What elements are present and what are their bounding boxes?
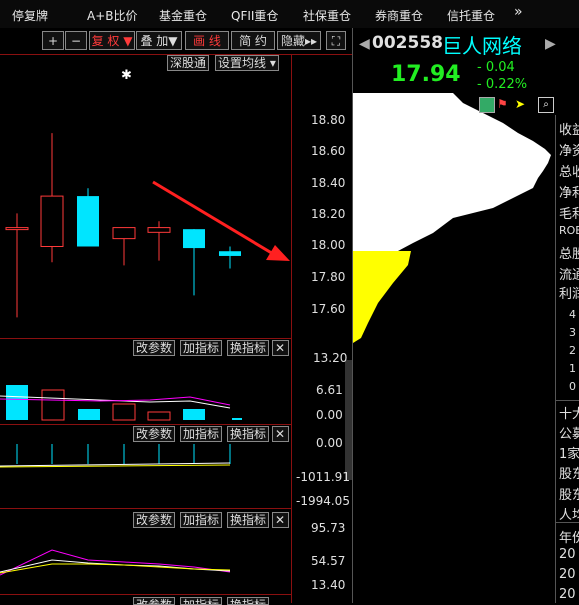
hide-panel-button[interactable]: 隐藏▸▸ [277, 31, 321, 50]
overlay-dropdown[interactable]: 叠 加▼ [136, 31, 182, 50]
vertical-scrollbar[interactable] [345, 360, 352, 480]
macd-tick: -1011.91 [296, 470, 350, 484]
zoom-in-button[interactable]: + [42, 31, 64, 50]
stock-code: 002558 [372, 33, 443, 53]
more-tabs-icon[interactable]: » [514, 4, 523, 20]
kdj-tick: 54.57 [311, 554, 346, 568]
edit-params-button[interactable]: 改参数 [133, 512, 176, 528]
last-price: 17.94 [391, 62, 461, 87]
volume-bar [78, 409, 100, 420]
candle-body [183, 229, 205, 249]
ma-setting-button[interactable]: 设置均线 ▾ [215, 55, 279, 71]
price-tick: 18.80 [311, 113, 346, 127]
price-tick: 18.00 [311, 238, 346, 252]
switch-indicator-button[interactable]: 换指标 [227, 340, 270, 356]
add-indicator-button[interactable]: 加指标 [180, 512, 223, 528]
finance-side-panel: 收益 净资 总收 净利 毛利 ROE 总股 流通 利润 4 3 2 1 0 十大… [559, 123, 579, 602]
simple-mode-button[interactable]: 简 约 [231, 31, 275, 50]
macd-tick: 0.00 [316, 436, 343, 450]
price-change-pct: - 0.22% [477, 77, 528, 92]
zoom-out-button[interactable]: − [65, 31, 87, 50]
macd-chart [0, 444, 231, 468]
volume-chart [0, 385, 242, 421]
draw-line-button[interactable]: 画 线 [185, 31, 229, 50]
vol-tick: 6.61 [316, 383, 343, 397]
tab-fund-holdings[interactable]: 基金重仓 [159, 7, 207, 24]
next-stock-icon[interactable]: ▶ [545, 36, 556, 52]
price-tick: 18.60 [311, 144, 346, 158]
add-indicator-button[interactable]: 加指标 [180, 340, 223, 356]
tab-trust-holdings[interactable]: 信托重仓 [447, 7, 495, 24]
connect-tag[interactable]: 深股通 [167, 55, 210, 71]
candle-body [112, 227, 136, 240]
candle-body [77, 196, 99, 247]
kdj-tick: 95.73 [311, 521, 346, 535]
volume-bar [6, 385, 28, 420]
edit-params-button[interactable]: 改参数 [133, 597, 176, 605]
close-icon[interactable]: ✕ [272, 340, 289, 356]
vol-tick: 0.00 [316, 408, 343, 422]
volume-bar [41, 389, 65, 421]
tab-broker-holdings[interactable]: 券商重仓 [375, 7, 423, 24]
candle-body [40, 195, 64, 247]
trend-arrow-line [152, 180, 281, 260]
vol-tick: 13.20 [313, 351, 348, 365]
chip-distribution-chart [353, 93, 551, 343]
edit-params-button[interactable]: 改参数 [133, 340, 176, 356]
report-icon[interactable] [479, 97, 495, 113]
candle-body [147, 227, 171, 233]
switch-indicator-button[interactable]: 换指标 [227, 597, 270, 605]
price-tick: 18.40 [311, 176, 346, 190]
top-tab-bar: 停复牌 A+B比价 基金重仓 QFII重仓 社保重仓 券商重仓 信托重仓 » [0, 0, 579, 28]
tab-social-security[interactable]: 社保重仓 [303, 7, 351, 24]
volume-bar [112, 403, 136, 421]
prev-stock-icon[interactable]: ◀ [359, 36, 370, 52]
price-tick: 17.60 [311, 302, 346, 316]
tab-ab-ratio[interactable]: A+B比价 [87, 7, 138, 24]
macd-tick: -1994.05 [296, 494, 350, 508]
price-change: - 0.04 [477, 60, 515, 75]
add-indicator-button[interactable]: 加指标 [180, 597, 223, 605]
candle-body [219, 251, 241, 256]
volume-bar [232, 418, 242, 420]
expand-icon[interactable]: ⛶ [326, 31, 346, 50]
candlestick-chart [5, 133, 290, 318]
stock-name: 巨人网络 [442, 34, 522, 58]
kdj-chart [0, 549, 231, 576]
adjust-dropdown[interactable]: 复 权 ▼ [89, 31, 135, 50]
volume-bar [183, 409, 205, 420]
volume-bar [147, 411, 171, 421]
price-tick: 17.80 [311, 270, 346, 284]
tab-qfii-holdings[interactable]: QFII重仓 [231, 7, 278, 24]
search-icon[interactable]: ⌕ [538, 97, 554, 113]
candle-body [5, 227, 29, 231]
asterisk-icon: ✱ [121, 68, 132, 83]
pointer-icon[interactable]: ➤ [515, 97, 529, 111]
close-icon[interactable]: ✕ [272, 512, 289, 528]
switch-indicator-button[interactable]: 换指标 [227, 512, 270, 528]
flag-icon[interactable]: ⚑ [497, 97, 511, 111]
tab-suspension[interactable]: 停复牌 [12, 7, 48, 24]
kdj-tick: 13.40 [311, 578, 346, 592]
price-tick: 18.20 [311, 207, 346, 221]
